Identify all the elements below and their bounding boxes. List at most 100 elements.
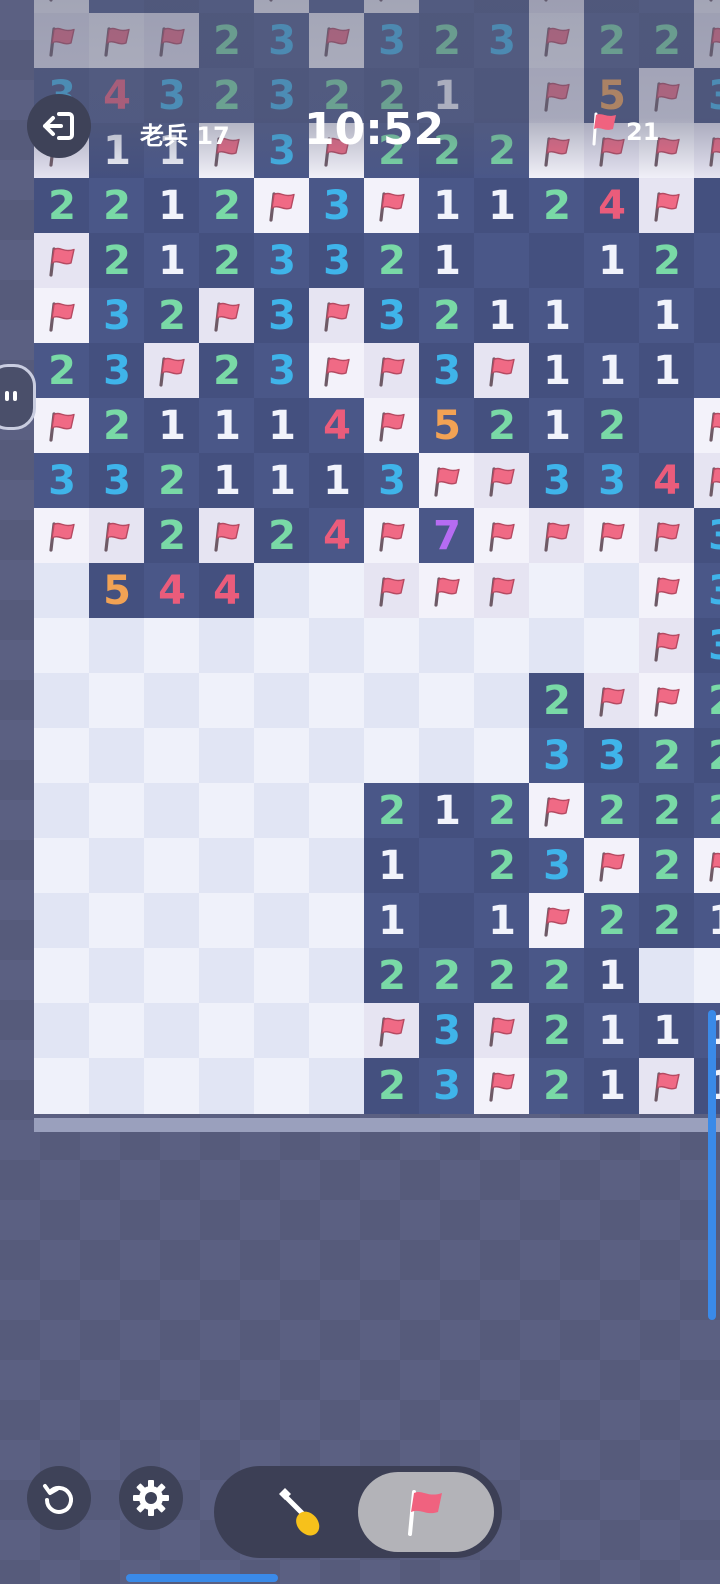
unrevealed-tile[interactable] xyxy=(254,1003,310,1059)
number-tile[interactable]: 2 xyxy=(144,288,200,344)
unrevealed-tile[interactable] xyxy=(364,618,420,674)
unrevealed-tile[interactable] xyxy=(34,783,90,839)
dig-tool-button[interactable] xyxy=(244,1478,354,1546)
number-tile[interactable]: 1 xyxy=(694,893,720,949)
number-tile[interactable]: 1 xyxy=(584,1058,640,1114)
flagged-tile[interactable] xyxy=(474,1058,530,1114)
unrevealed-tile[interactable] xyxy=(254,838,310,894)
flagged-tile[interactable] xyxy=(474,453,530,509)
flagged-tile[interactable] xyxy=(639,508,695,564)
flagged-tile[interactable] xyxy=(34,508,90,564)
number-tile[interactable]: 2 xyxy=(639,893,695,949)
number-tile[interactable]: 2 xyxy=(364,233,420,289)
number-tile[interactable]: 1 xyxy=(254,398,310,454)
flagged-tile[interactable] xyxy=(639,563,695,619)
unrevealed-tile[interactable] xyxy=(89,893,145,949)
number-tile[interactable]: 3 xyxy=(584,728,640,784)
number-tile[interactable]: 5 xyxy=(419,398,475,454)
unrevealed-tile[interactable] xyxy=(199,673,255,729)
unrevealed-tile[interactable] xyxy=(199,1058,255,1114)
number-tile[interactable]: 2 xyxy=(34,178,90,234)
unrevealed-tile[interactable] xyxy=(309,838,365,894)
unrevealed-tile[interactable] xyxy=(309,563,365,619)
number-tile[interactable]: 3 xyxy=(419,1058,475,1114)
flagged-tile[interactable] xyxy=(34,233,90,289)
number-tile[interactable]: 1 xyxy=(639,1003,695,1059)
number-tile[interactable]: 2 xyxy=(474,398,530,454)
unrevealed-tile[interactable] xyxy=(309,728,365,784)
number-tile[interactable]: 4 xyxy=(639,453,695,509)
unrevealed-tile[interactable] xyxy=(199,838,255,894)
flagged-tile[interactable] xyxy=(584,508,640,564)
number-tile[interactable]: 2 xyxy=(89,398,145,454)
unrevealed-tile[interactable] xyxy=(199,893,255,949)
unrevealed-tile[interactable] xyxy=(144,1003,200,1059)
unrevealed-tile[interactable] xyxy=(144,618,200,674)
number-tile[interactable]: 3 xyxy=(89,288,145,344)
unrevealed-tile[interactable] xyxy=(199,1003,255,1059)
number-tile[interactable]: 2 xyxy=(529,948,585,1004)
unrevealed-tile[interactable] xyxy=(199,783,255,839)
unrevealed-tile[interactable] xyxy=(34,838,90,894)
flagged-tile[interactable] xyxy=(89,508,145,564)
number-tile[interactable]: 2 xyxy=(584,783,640,839)
number-tile[interactable]: 2 xyxy=(529,1058,585,1114)
flagged-tile[interactable] xyxy=(144,343,200,399)
number-tile[interactable]: 2 xyxy=(364,1058,420,1114)
flag-tool-button[interactable] xyxy=(358,1472,494,1552)
flagged-tile[interactable] xyxy=(694,838,720,894)
number-tile[interactable]: 2 xyxy=(639,728,695,784)
number-tile[interactable]: 2 xyxy=(639,838,695,894)
revealed-empty-tile[interactable] xyxy=(694,288,720,344)
unrevealed-tile[interactable] xyxy=(309,783,365,839)
number-tile[interactable]: 3 xyxy=(694,563,720,619)
number-tile[interactable]: 1 xyxy=(584,1003,640,1059)
flagged-tile[interactable] xyxy=(364,398,420,454)
flagged-tile[interactable] xyxy=(309,288,365,344)
flagged-tile[interactable] xyxy=(529,893,585,949)
unrevealed-tile[interactable] xyxy=(89,838,145,894)
number-tile[interactable]: 2 xyxy=(474,948,530,1004)
number-tile[interactable]: 1 xyxy=(199,398,255,454)
unrevealed-tile[interactable] xyxy=(89,618,145,674)
flagged-tile[interactable] xyxy=(254,178,310,234)
flagged-tile[interactable] xyxy=(364,178,420,234)
number-tile[interactable]: 1 xyxy=(529,288,585,344)
number-tile[interactable]: 1 xyxy=(419,233,475,289)
unrevealed-tile[interactable] xyxy=(254,948,310,1004)
number-tile[interactable]: 1 xyxy=(144,233,200,289)
number-tile[interactable]: 3 xyxy=(34,453,90,509)
flagged-tile[interactable] xyxy=(364,508,420,564)
number-tile[interactable]: 1 xyxy=(584,233,640,289)
unrevealed-tile[interactable] xyxy=(144,1058,200,1114)
number-tile[interactable]: 1 xyxy=(144,398,200,454)
number-tile[interactable]: 1 xyxy=(309,453,365,509)
number-tile[interactable]: 1 xyxy=(419,783,475,839)
number-tile[interactable]: 2 xyxy=(89,178,145,234)
unrevealed-tile[interactable] xyxy=(254,893,310,949)
number-tile[interactable]: 2 xyxy=(419,288,475,344)
number-tile[interactable]: 1 xyxy=(694,1058,720,1114)
number-tile[interactable]: 1 xyxy=(474,178,530,234)
unrevealed-tile[interactable] xyxy=(144,838,200,894)
flagged-tile[interactable] xyxy=(474,508,530,564)
unrevealed-tile[interactable] xyxy=(144,728,200,784)
unrevealed-tile[interactable] xyxy=(529,563,585,619)
number-tile[interactable]: 3 xyxy=(89,453,145,509)
number-tile[interactable]: 3 xyxy=(529,453,585,509)
number-tile[interactable]: 3 xyxy=(89,343,145,399)
number-tile[interactable]: 2 xyxy=(639,233,695,289)
flagged-tile[interactable] xyxy=(529,783,585,839)
flagged-tile[interactable] xyxy=(694,398,720,454)
number-tile[interactable]: 3 xyxy=(419,343,475,399)
number-tile[interactable]: 1 xyxy=(364,838,420,894)
number-tile[interactable]: 1 xyxy=(419,178,475,234)
flagged-tile[interactable] xyxy=(419,563,475,619)
revealed-empty-tile[interactable] xyxy=(694,343,720,399)
unrevealed-tile[interactable] xyxy=(639,948,695,1004)
number-tile[interactable]: 7 xyxy=(419,508,475,564)
flagged-tile[interactable] xyxy=(199,288,255,344)
number-tile[interactable]: 2 xyxy=(474,783,530,839)
unrevealed-tile[interactable] xyxy=(89,673,145,729)
flagged-tile[interactable] xyxy=(694,453,720,509)
